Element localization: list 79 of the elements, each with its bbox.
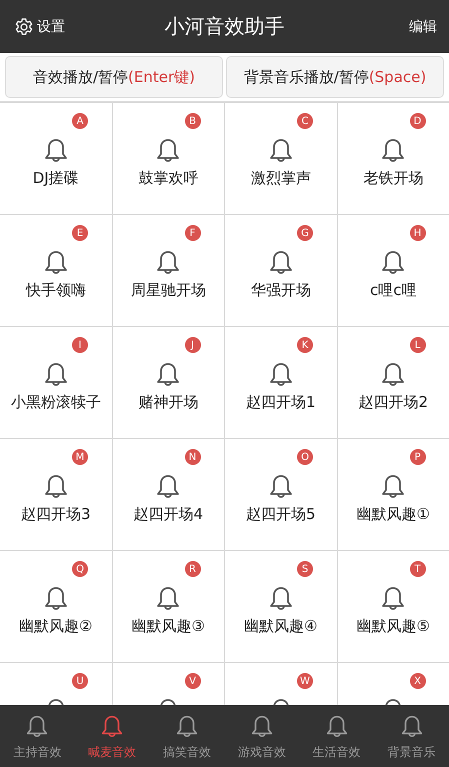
hotkey-badge: U — [72, 673, 88, 689]
sound-tile[interactable]: D 老铁开场 — [338, 103, 449, 214]
hotkey-badge: S — [297, 561, 313, 577]
sound-label: 幽默风趣② — [19, 617, 92, 636]
hotkey-badge: K — [297, 337, 313, 353]
sound-tile[interactable]: A DJ搓碟 — [0, 103, 112, 214]
hotkey-badge: Q — [72, 561, 88, 577]
play-pause-button[interactable]: 背景音乐播放/暂停(Space) — [226, 56, 444, 98]
settings-icon — [14, 16, 34, 36]
hotkey-badge: H — [410, 225, 426, 241]
edit-button[interactable]: 编辑 — [409, 18, 437, 36]
sound-label: 幽默风趣④ — [244, 617, 318, 636]
sound-tile[interactable]: S 幽默风趣④ — [225, 551, 336, 662]
sound-tile[interactable]: Q 幽默风趣② — [0, 551, 112, 662]
hotkey-badge: M — [72, 449, 88, 465]
category-tab[interactable]: 生活音效 — [299, 705, 374, 767]
app-title: 小河音效助手 — [164, 13, 284, 40]
hotkey-badge: B — [184, 113, 200, 129]
sound-label: 鼓掌欢呼 — [138, 169, 198, 188]
sound-tile[interactable]: V — [112, 663, 224, 705]
sound-tile[interactable]: N 赵四开场4 — [112, 439, 224, 550]
sound-tile[interactable]: G 华强开场 — [225, 215, 336, 326]
sound-tile[interactable]: T 幽默风趣⑤ — [338, 551, 449, 662]
sound-label: 赵四开场3 — [20, 505, 91, 524]
sound-tile[interactable]: U — [0, 663, 112, 705]
sound-tile[interactable]: C 激烈掌声 — [225, 103, 336, 214]
sound-tile[interactable]: F 周星驰开场 — [112, 215, 224, 326]
sound-tile[interactable]: W — [225, 663, 336, 705]
hotkey-badge: O — [297, 449, 313, 465]
hotkey-badge: G — [297, 225, 313, 241]
settings-button[interactable]: 设置 — [14, 16, 65, 36]
sound-tile[interactable]: H c哩c哩 — [338, 215, 449, 326]
hotkey-badge: P — [410, 449, 426, 465]
hotkey-badge: L — [410, 337, 426, 353]
hotkey-badge: I — [72, 337, 88, 353]
category-tab[interactable]: 主持音效 — [0, 705, 75, 767]
category-tab[interactable]: 搞笑音效 — [150, 705, 224, 767]
sound-label: 赵四开场2 — [358, 393, 428, 412]
hotkey-badge: V — [184, 673, 200, 689]
sound-label: c哩c哩 — [370, 281, 416, 300]
sound-label: 幽默风趣⑤ — [356, 617, 430, 636]
sound-tile[interactable]: J 赌神开场 — [112, 327, 224, 438]
sound-label: 幽默风趣① — [356, 505, 430, 524]
sound-label: 赵四开场1 — [246, 393, 316, 412]
sound-tile[interactable]: K 赵四开场1 — [225, 327, 336, 438]
sound-label: 周星驰开场 — [130, 281, 206, 300]
sound-tile[interactable]: X — [338, 663, 449, 705]
sound-label: 激烈掌声 — [250, 169, 311, 188]
sound-tile[interactable]: B 鼓掌欢呼 — [112, 103, 224, 214]
sound-tile[interactable]: M 赵四开场3 — [0, 439, 112, 550]
sound-tile[interactable]: P 幽默风趣① — [338, 439, 449, 550]
sound-label: 华强开场 — [250, 281, 311, 300]
play-pause-button[interactable]: 音效播放/暂停(Enter键) — [5, 56, 223, 98]
sound-tile[interactable]: E 快手领嗨 — [0, 215, 112, 326]
hotkey-badge: D — [410, 113, 426, 129]
sound-label: 老铁开场 — [363, 169, 424, 188]
sound-label: 幽默风趣③ — [132, 617, 205, 636]
hotkey-badge: A — [72, 113, 88, 129]
sound-label: 赵四开场5 — [246, 505, 316, 524]
sound-label: 赌神开场 — [138, 393, 198, 412]
sound-label: 赵四开场4 — [133, 505, 204, 524]
sound-tile[interactable]: I 小黑粉滚犊子 — [0, 327, 112, 438]
hotkey-badge: R — [184, 561, 200, 577]
hotkey-badge: J — [184, 337, 200, 353]
hotkey-badge: N — [184, 449, 200, 465]
sound-tile[interactable]: L 赵四开场2 — [338, 327, 449, 438]
sound-tile[interactable]: O 赵四开场5 — [225, 439, 336, 550]
hotkey-badge: T — [410, 561, 426, 577]
category-tab[interactable]: 背景音乐 — [374, 705, 449, 767]
sound-label: 小黑粉滚犊子 — [10, 393, 101, 412]
hotkey-badge: E — [72, 225, 88, 241]
sound-label: 快手领嗨 — [26, 281, 86, 300]
category-tab[interactable]: 游戏音效 — [224, 705, 300, 767]
hotkey-badge: F — [184, 225, 200, 241]
hotkey-badge: W — [297, 673, 313, 689]
sound-tile[interactable]: R 幽默风趣③ — [112, 551, 224, 662]
hotkey-badge: X — [410, 673, 426, 689]
hotkey-badge: C — [297, 113, 313, 129]
sound-label: DJ搓碟 — [32, 169, 79, 188]
